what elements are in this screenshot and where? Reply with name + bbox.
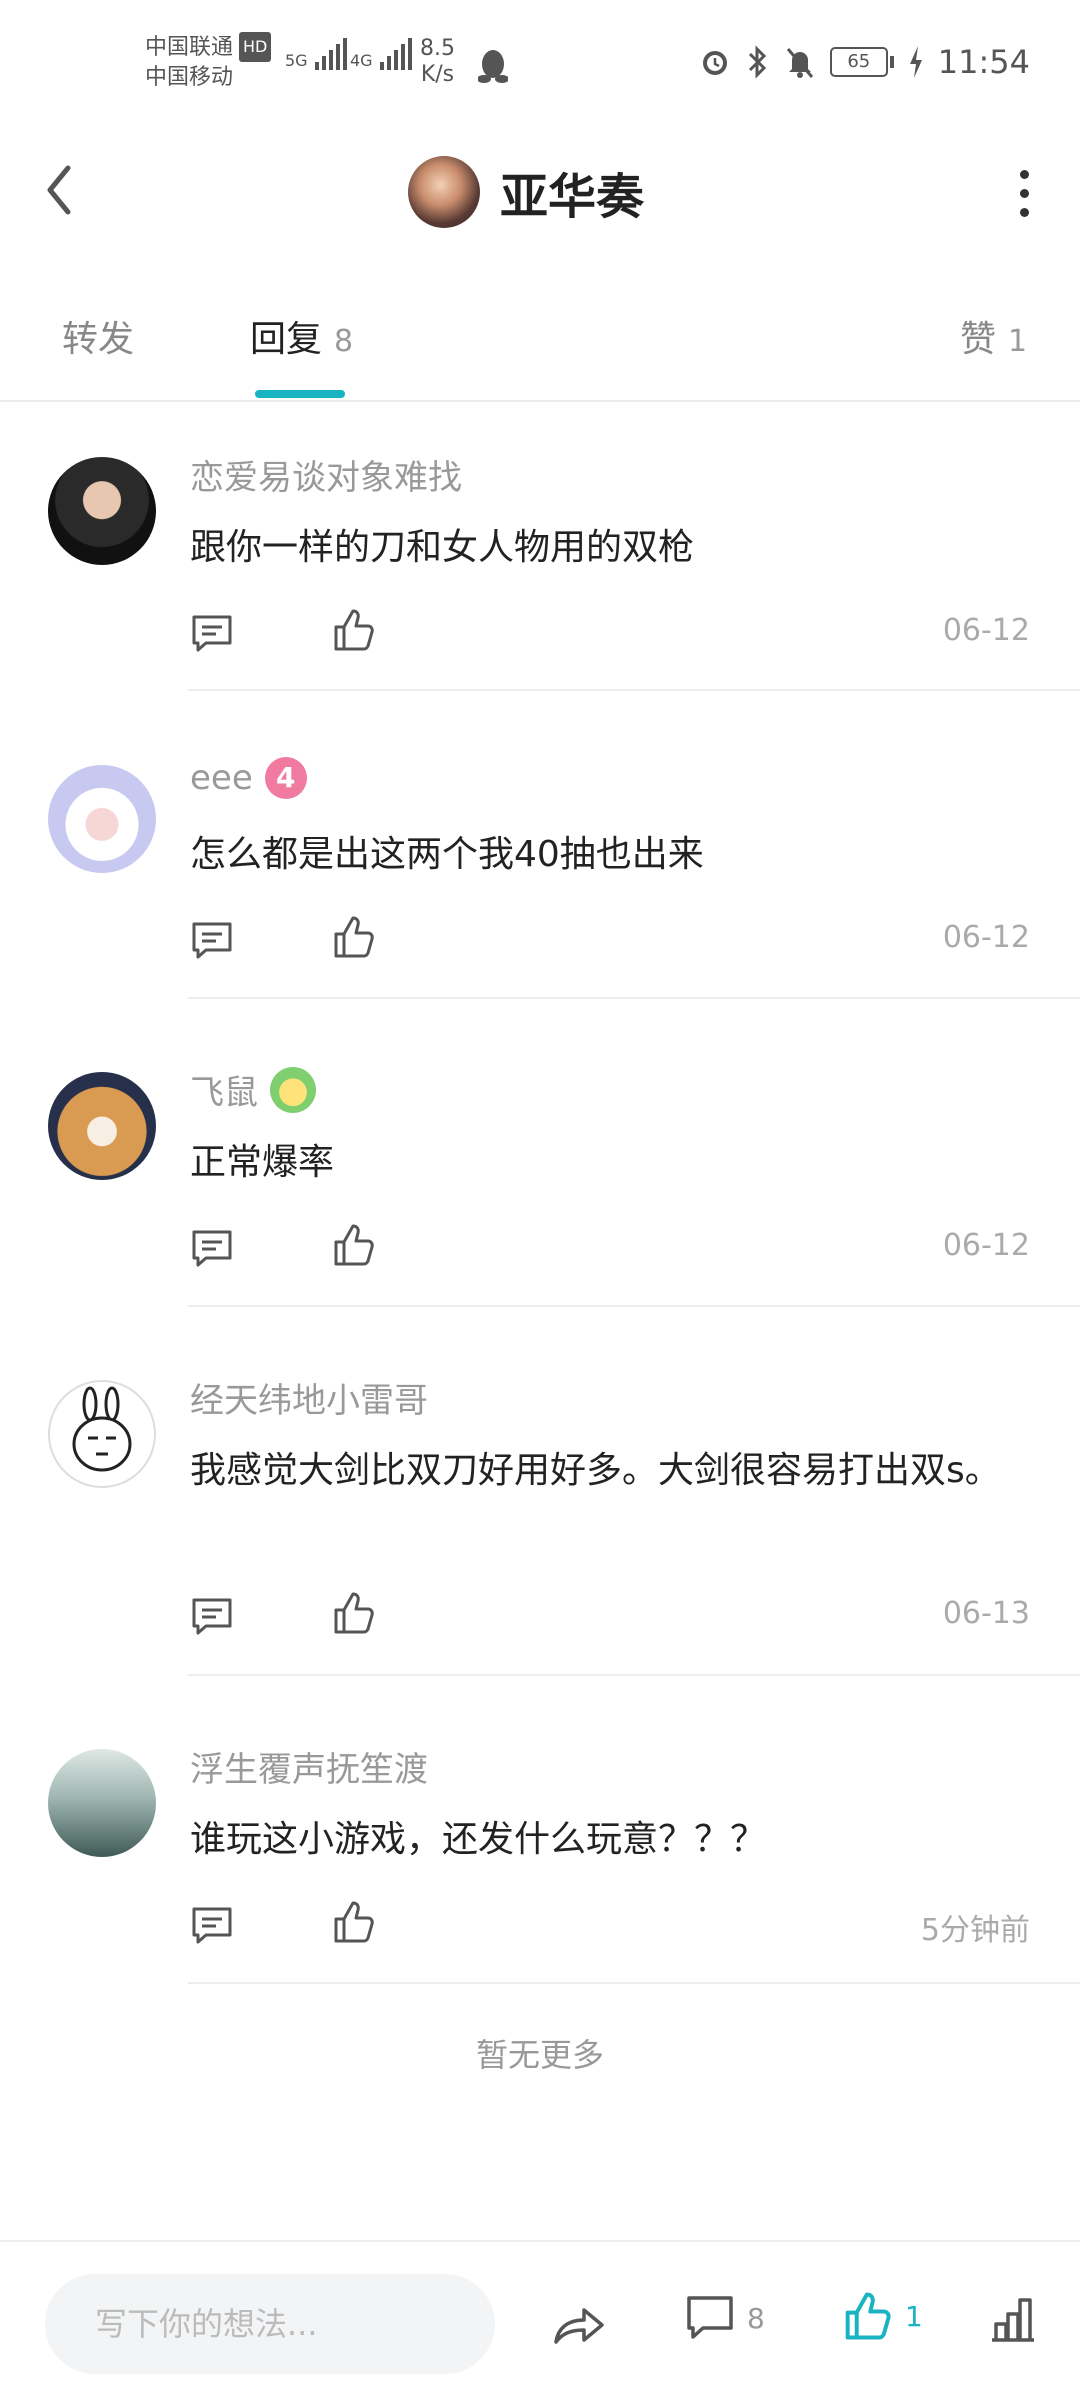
comment-actions: 06-12 xyxy=(190,1222,1040,1272)
like-button[interactable]: 1 xyxy=(843,2290,923,2342)
author-avatar[interactable] xyxy=(408,156,480,228)
network-4g-label: 4G xyxy=(350,51,373,70)
back-arrow-icon[interactable] xyxy=(40,160,80,220)
reply-icon[interactable] xyxy=(190,1228,234,1268)
comment-text: 怎么都是出这两个我40抽也出来 xyxy=(190,834,704,875)
title-group[interactable]: 亚华奏 xyxy=(408,156,644,228)
divider xyxy=(188,1305,1080,1307)
speed-unit: K/s xyxy=(420,62,455,87)
author-name: eee xyxy=(190,758,253,798)
comment-time: 06-12 xyxy=(942,613,1030,648)
alarm-icon xyxy=(702,51,727,75)
tab-likes[interactable]: 赞1 xyxy=(960,310,1027,362)
avatar[interactable] xyxy=(48,765,156,873)
tab-replies[interactable]: 回复 8 xyxy=(250,310,353,362)
avatar[interactable] xyxy=(48,1072,156,1180)
comment-text: 跟你一样的刀和女人物用的双枪 xyxy=(190,527,695,568)
author-name: 浮生覆声抚笙渡 xyxy=(190,1750,428,1790)
comment-time: 06-12 xyxy=(942,1228,1030,1263)
signal-bars-icon xyxy=(379,38,415,70)
comment-bubble-icon xyxy=(687,2296,733,2339)
divider xyxy=(188,689,1080,691)
speed-value: 8.5 xyxy=(420,36,455,61)
avatar-badge-icon xyxy=(270,1066,316,1113)
signal-5g: 5G xyxy=(285,38,350,70)
comment-text: 我感觉大剑比双刀好用好多。大剑很容易打出双s。 xyxy=(190,1450,1001,1491)
reply-icon[interactable] xyxy=(190,920,234,960)
comment-actions: 06-13 xyxy=(190,1590,1040,1640)
comment-actions: 5分钟前 xyxy=(190,1899,1040,1949)
battery-icon: 65 xyxy=(829,47,894,77)
stats-icon[interactable] xyxy=(988,2294,1038,2344)
network-5g-label: 5G xyxy=(285,51,308,70)
more-options-icon[interactable] xyxy=(1018,170,1030,220)
comment-time: 06-12 xyxy=(942,920,1030,955)
comment-count: 8 xyxy=(747,2301,765,2335)
tab-repost-label: 转发 xyxy=(62,319,135,360)
charging-icon xyxy=(909,46,922,78)
bottom-action-bar: 写下你的想法... 8 1 xyxy=(0,2240,1080,2402)
comment-actions: 06-12 xyxy=(190,607,1040,657)
clock: 11:54 xyxy=(937,43,1030,81)
share-icon[interactable] xyxy=(550,2298,606,2348)
reply-icon[interactable] xyxy=(190,1905,234,1945)
comment-input[interactable]: 写下你的想法... xyxy=(45,2274,495,2374)
tab-replies-label: 回复 xyxy=(250,319,323,360)
page-title: 亚华奏 xyxy=(500,169,645,225)
active-tab-indicator xyxy=(255,390,345,398)
comment-author[interactable]: 浮生覆声抚笙渡 xyxy=(190,1742,428,1791)
author-name: 恋爱易谈对象难找 xyxy=(190,458,462,498)
like-icon[interactable] xyxy=(332,914,376,960)
status-icons: 65 11:54 xyxy=(698,42,1030,82)
author-name: 经天纬地小雷哥 xyxy=(190,1381,428,1421)
comment-text: 谁玩这小游戏，还发什么玩意？？？ xyxy=(190,1819,767,1860)
like-icon[interactable] xyxy=(332,1590,376,1636)
status-bar: 中国联通 HD 中国移动 5G 4G 8.5 K/s 65 11:54 xyxy=(0,0,1080,120)
comment-author[interactable]: eee 4 xyxy=(190,757,307,799)
tab-replies-count: 8 xyxy=(334,324,354,359)
reply-icon[interactable] xyxy=(190,1596,234,1636)
mute-bell-icon xyxy=(786,48,813,78)
carrier-2: 中国移动 xyxy=(145,65,234,90)
reply-icon[interactable] xyxy=(190,613,234,653)
author-name: 飞鼠 xyxy=(190,1073,258,1113)
comment-time: 06-13 xyxy=(942,1596,1030,1631)
comment-text: 正常爆率 xyxy=(190,1142,335,1183)
comment-actions: 06-12 xyxy=(190,914,1040,964)
divider xyxy=(188,1982,1080,1984)
top-app-bar: 亚华奏 xyxy=(0,120,1080,270)
signal-bars-icon xyxy=(314,38,350,70)
comment-author[interactable]: 恋爱易谈对象难找 xyxy=(190,450,462,499)
battery-level: 65 xyxy=(829,47,888,77)
carrier-1: 中国联通 xyxy=(145,35,234,60)
comment-button[interactable]: 8 xyxy=(685,2294,765,2342)
avatar[interactable] xyxy=(48,1749,156,1857)
like-count: 1 xyxy=(905,2299,923,2333)
bluetooth-icon xyxy=(748,45,766,79)
like-icon[interactable] xyxy=(332,1899,376,1945)
like-icon[interactable] xyxy=(332,607,376,653)
comment-author[interactable]: 经天纬地小雷哥 xyxy=(190,1373,428,1422)
like-icon[interactable] xyxy=(332,1222,376,1268)
thumbs-up-icon xyxy=(845,2292,891,2340)
no-more-label: 暂无更多 xyxy=(475,2036,604,2074)
tab-likes-count: 1 xyxy=(1008,324,1028,359)
carrier-info: 中国联通 HD 中国移动 xyxy=(145,32,272,93)
tab-likes-label: 赞 xyxy=(960,319,997,360)
tab-bar: 转发 回复 8 赞1 xyxy=(0,270,1080,402)
qq-icon xyxy=(478,50,508,83)
hd-badge: HD xyxy=(239,32,272,62)
comment-author[interactable]: 飞鼠 xyxy=(190,1065,316,1114)
avatar[interactable] xyxy=(48,457,156,565)
signal-4g: 4G xyxy=(350,38,415,70)
network-speed: 8.5 K/s xyxy=(420,36,455,88)
divider xyxy=(188,997,1080,999)
comment-time: 5分钟前 xyxy=(920,1913,1030,1948)
rabbit-avatar-icon xyxy=(72,1386,132,1472)
level-badge: 4 xyxy=(264,757,307,799)
divider xyxy=(188,1674,1080,1676)
tab-repost[interactable]: 转发 xyxy=(62,310,134,362)
avatar[interactable] xyxy=(48,1380,156,1488)
